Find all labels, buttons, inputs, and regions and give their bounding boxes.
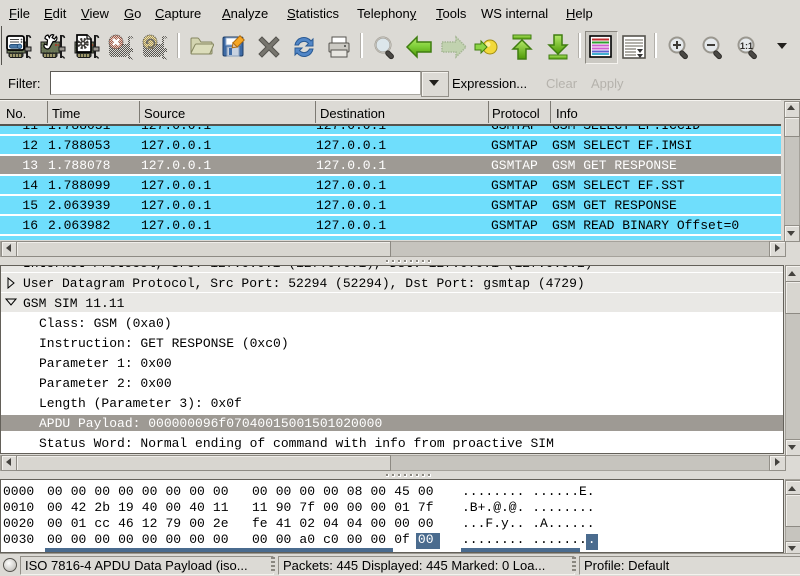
svg-text:1:1: 1:1 [740, 41, 753, 51]
